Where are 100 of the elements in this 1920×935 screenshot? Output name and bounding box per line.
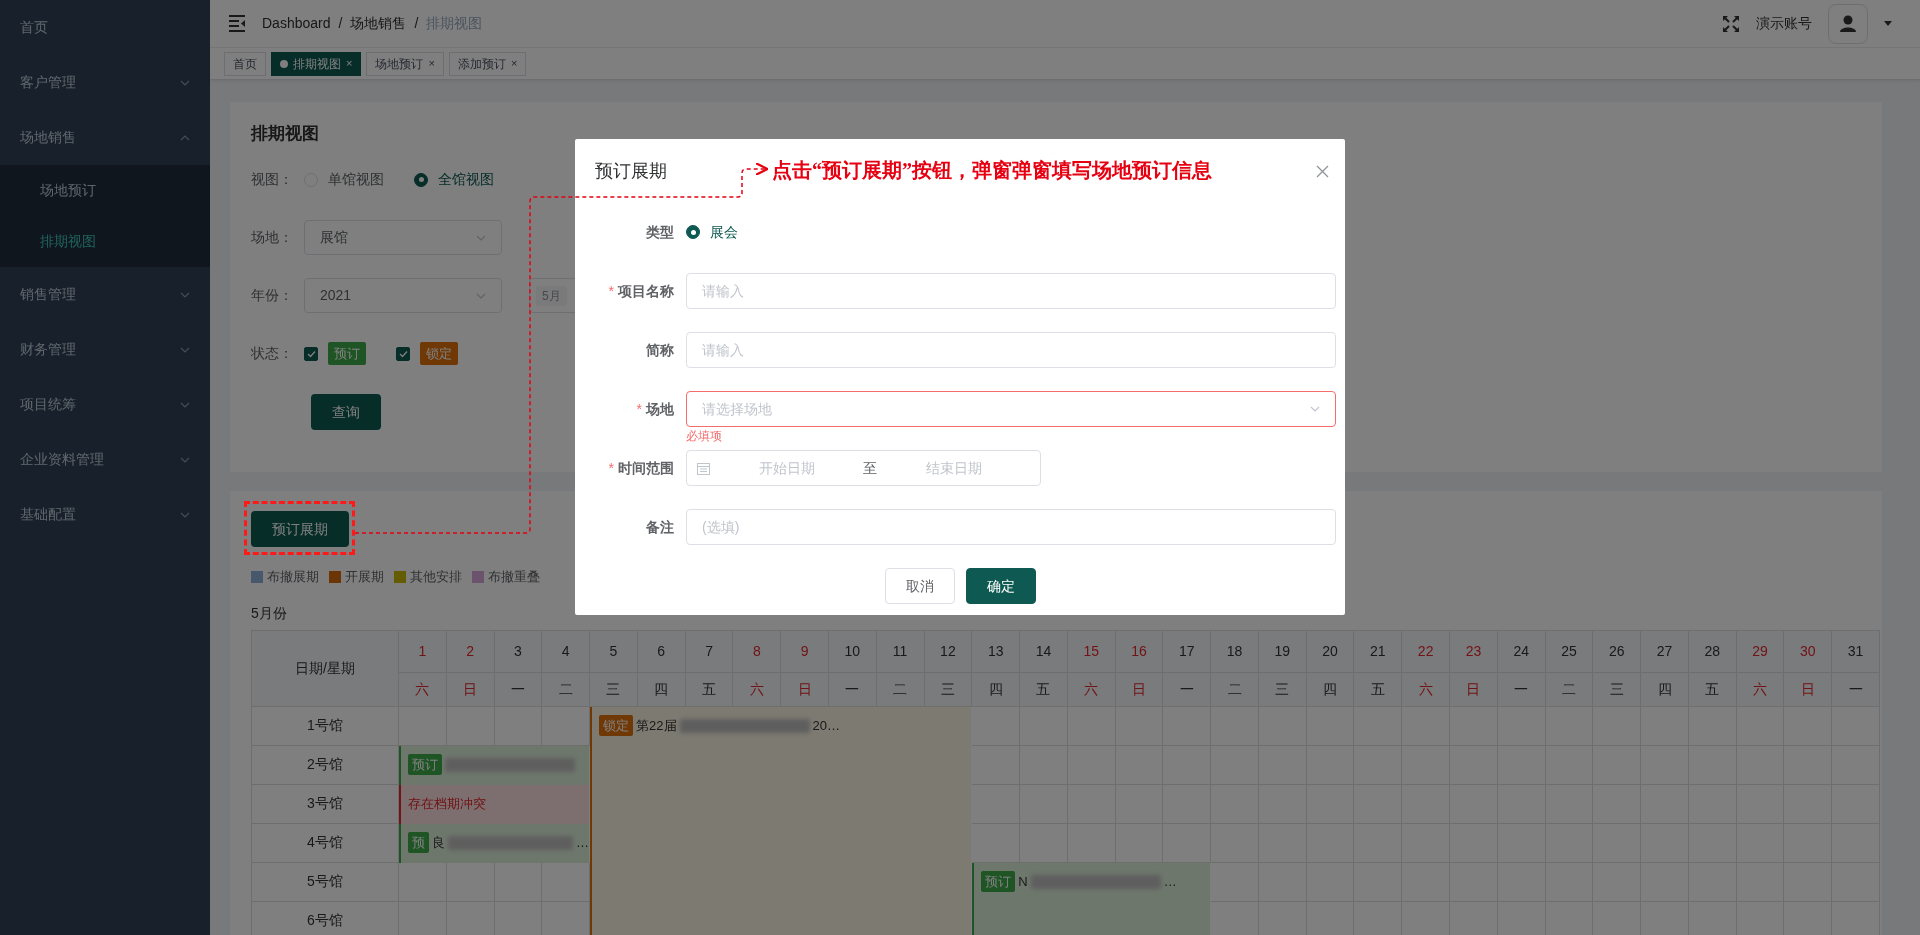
- day-header: 18: [1211, 630, 1259, 673]
- weekday-header: 三: [1258, 672, 1307, 707]
- day-header: 11: [876, 630, 925, 673]
- day-header: 31: [1832, 630, 1880, 673]
- day-header: 13: [972, 630, 1021, 673]
- day-header: 12: [924, 630, 973, 673]
- weekday-header: 日: [1115, 672, 1164, 707]
- field-label: * 场地: [635, 400, 675, 419]
- day-header: 28: [1688, 630, 1737, 673]
- weekday-header: 一: [828, 672, 877, 707]
- day-header: 1: [399, 630, 447, 673]
- field-label: 状态：: [251, 344, 294, 363]
- hall-name: 6号馆: [252, 901, 399, 935]
- day-header: 26: [1593, 630, 1642, 673]
- error-message: 必填项: [686, 428, 723, 445]
- field-label: 场地：: [251, 228, 294, 247]
- status-tag: 锁定: [420, 341, 458, 366]
- weekday-header: 六: [1067, 672, 1116, 707]
- day-header: 21: [1354, 630, 1403, 673]
- weekday-header: 日: [446, 672, 495, 707]
- day-header: 15: [1067, 630, 1116, 673]
- legend-label: 布撤重叠: [488, 568, 540, 586]
- hall-name: 5号馆: [252, 862, 399, 902]
- field-label: * 项目名称: [607, 282, 675, 301]
- day-header: 17: [1163, 630, 1212, 673]
- hall-name: 1号馆: [252, 706, 399, 746]
- day-header: 24: [1497, 630, 1546, 673]
- dialog-title: 预订展期: [595, 160, 667, 183]
- weekday-header: 四: [1306, 672, 1355, 707]
- field-label: 简称: [645, 341, 675, 360]
- weekday-header: 二: [1545, 672, 1594, 707]
- event-title: N: [1018, 872, 1028, 891]
- day-header: 5: [590, 630, 638, 673]
- panel-title: 排期视图: [251, 123, 320, 145]
- day-header: 30: [1784, 630, 1833, 673]
- event-title: 存在档期冲突: [408, 794, 486, 813]
- event-title: 良: [432, 833, 445, 852]
- weekday-header: 一: [1497, 672, 1546, 707]
- weekday-header: 三: [590, 672, 638, 707]
- day-header: 29: [1736, 630, 1785, 673]
- weekday-header: 二: [876, 672, 925, 707]
- weekday-header: 二: [542, 672, 591, 707]
- day-header: 3: [494, 630, 543, 673]
- range-separator: 至: [863, 458, 877, 478]
- day-header: 7: [685, 630, 734, 673]
- weekday-header: 日: [781, 672, 829, 707]
- day-header: 27: [1641, 630, 1689, 673]
- day-header: 8: [733, 630, 782, 673]
- weekday-header: 六: [399, 672, 447, 707]
- event-title: 第22届: [636, 716, 677, 735]
- day-header: 6: [637, 630, 686, 673]
- weekday-header: 日: [1784, 672, 1833, 707]
- day-header: 22: [1402, 630, 1451, 673]
- weekday-header: 三: [1593, 672, 1642, 707]
- weekday-header: 六: [1736, 672, 1785, 707]
- weekday-header: 六: [1402, 672, 1451, 707]
- weekday-header: 三: [924, 672, 973, 707]
- day-header: 14: [1020, 630, 1068, 673]
- day-header: 19: [1258, 630, 1307, 673]
- day-header: 4: [542, 630, 591, 673]
- month-label: 5月份: [251, 603, 288, 623]
- day-header: 23: [1450, 630, 1498, 673]
- event-title-end: …: [576, 833, 590, 852]
- status-tag: 预订: [408, 753, 442, 776]
- legend-label: 布撤展期: [267, 568, 319, 586]
- weekday-header: 日: [1450, 672, 1498, 707]
- day-header: 2: [446, 630, 495, 673]
- status-tag: 预订: [328, 341, 366, 366]
- end-date-placeholder: 结束日期: [924, 458, 983, 478]
- corner-header: 日期/星期: [252, 630, 399, 707]
- annotation-text: 点击“预订展期”按钮，弹窗弹窗填写场地预订信息: [772, 158, 1212, 183]
- weekday-header: 五: [685, 672, 734, 707]
- field-label: 年份：: [251, 286, 294, 305]
- breadcrumb-separator: /: [414, 14, 419, 33]
- day-header: 25: [1545, 630, 1594, 673]
- event-title-end: 20…: [812, 716, 841, 735]
- status-tag: 预: [408, 831, 429, 854]
- weekday-header: 二: [1211, 672, 1259, 707]
- weekday-header: 一: [494, 672, 543, 707]
- day-header: 9: [781, 630, 829, 673]
- status-tag: 预订: [981, 870, 1016, 893]
- weekday-header: 五: [1020, 672, 1068, 707]
- weekday-header: 五: [1688, 672, 1737, 707]
- legend-label: 其他安排: [410, 568, 462, 586]
- event-title-end: …: [1163, 872, 1177, 891]
- day-header: 20: [1306, 630, 1355, 673]
- weekday-header: 六: [733, 672, 782, 707]
- weekday-header: 四: [637, 672, 686, 707]
- weekday-header: 四: [1641, 672, 1689, 707]
- weekday-header: 四: [972, 672, 1021, 707]
- field-label: 备注: [645, 518, 675, 537]
- username: 演示账号: [1756, 14, 1812, 33]
- weekday-header: 一: [1832, 672, 1880, 707]
- field-label: * 时间范围: [607, 459, 675, 478]
- field-label: 视图：: [251, 170, 294, 189]
- breadcrumb-separator: /: [338, 14, 343, 33]
- weekday-header: 五: [1354, 672, 1403, 707]
- day-header: 16: [1115, 630, 1164, 673]
- start-date-placeholder: 开始日期: [757, 458, 816, 478]
- status-tag: 锁定: [599, 714, 634, 737]
